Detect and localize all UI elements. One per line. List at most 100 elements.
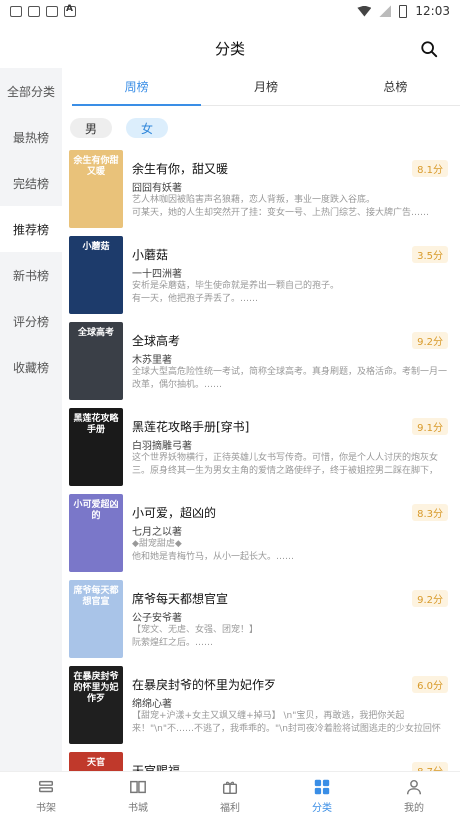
book-cover[interactable]: 在暴戾封爷的怀里为妃作歹	[69, 666, 123, 744]
book-item[interactable]: 小可爱超凶的 小可爱，超凶的 8.3分七月之以著 ◆甜宠甜虐◆ 他和她是青梅竹马，从小…	[62, 492, 460, 578]
cover-title: 小可爱超凶的	[73, 500, 119, 521]
sidebar-item[interactable]: 推荐榜	[0, 206, 62, 252]
cover-title: 黑莲花攻略手册	[73, 414, 119, 435]
rank-tab[interactable]: 月榜	[201, 68, 330, 105]
sidebar-item[interactable]: 收藏榜	[0, 344, 62, 390]
signal-icon	[379, 5, 392, 17]
book-author: 七月之以著	[132, 527, 182, 538]
book-title[interactable]: 在暴戾封爷的怀里为妃作歹	[132, 676, 276, 693]
nav-label: 我的	[404, 802, 424, 814]
rank-period-tabs: 周榜 月榜 总榜	[72, 68, 460, 106]
search-icon[interactable]	[420, 40, 438, 58]
score-badge: 9.1分	[412, 418, 448, 435]
book-author: 白羽摘雕弓著	[132, 441, 192, 452]
book-description: 【宠文、无虐、女强、团宠！】 阮萦煌红之后。……	[132, 625, 259, 648]
book-title[interactable]: 全球高考	[132, 332, 180, 349]
ranking-panel: 周榜 月榜 总榜 男女 余生有你甜又暖 余生有你，甜又暖 8.1分囧囧有妖著 艺人林咖因被…	[62, 68, 460, 771]
book-item[interactable]: 全球高考 全球高考 9.2分木苏里著 全球大型高危险性统一考试，简称全球高考。真身刷题…	[62, 320, 460, 406]
book-list: 余生有你甜又暖 余生有你，甜又暖 8.1分囧囧有妖著 艺人林咖因被陷害声名狼藉，恋人背…	[62, 148, 460, 771]
book-item[interactable]: 席爷每天都想官宣 席爷每天都想官宣 9.2分公子安爷著 【宠文、无虐、女强、团宠！】 …	[62, 578, 460, 664]
book-title[interactable]: 天官赐福	[132, 762, 180, 771]
book-cover[interactable]: 全球高考	[69, 322, 123, 400]
gender-filter: 男女	[70, 118, 168, 138]
a-notification-icon	[64, 4, 76, 17]
book-item[interactable]: 黑莲花攻略手册 黑莲花攻略手册[穿书] 9.1分白羽摘雕弓著 这个世界妖物横行，正待英…	[62, 406, 460, 492]
nav-item[interactable]: 我的	[368, 772, 460, 819]
book-cover[interactable]: 小可爱超凶的	[69, 494, 123, 572]
nav-item[interactable]: 书架	[0, 772, 92, 819]
book-description: 全球大型高危险性统一考试，简称全球高考。真身刷题，及格活命。考制一月一改革，偶尔…	[132, 367, 448, 390]
book-author: 绵绵心著	[132, 699, 172, 710]
gender-pill[interactable]: 男	[70, 118, 112, 138]
book-cover[interactable]: 天官	[69, 752, 123, 771]
nav-label: 书架	[36, 802, 56, 814]
book-item[interactable]: 余生有你甜又暖 余生有你，甜又暖 8.1分囧囧有妖著 艺人林咖因被陷害声名狼藉，恋人背…	[62, 148, 460, 234]
page-title: 分类	[214, 39, 245, 58]
book-author: 一十四洲著	[132, 269, 182, 280]
score-badge: 9.2分	[412, 332, 448, 349]
score-badge: 8.1分	[412, 160, 448, 177]
book-title[interactable]: 小可爱，超凶的	[132, 504, 216, 521]
category-grid-icon	[314, 779, 330, 794]
cover-title: 在暴戾封爷的怀里为妃作歹	[73, 672, 119, 704]
cover-title: 天官	[86, 758, 105, 768]
cover-title: 全球高考	[77, 328, 114, 338]
app-notification-icon	[28, 5, 40, 17]
status-time: 12:03	[415, 4, 450, 18]
nav-label: 分类	[312, 802, 332, 814]
nav-item[interactable]: 福利	[184, 772, 276, 819]
sidebar: 全部分类 最热榜 完结榜 推荐榜 新书榜 评分榜 收藏榜	[0, 68, 62, 771]
book-description: ◆甜宠甜虐◆ 他和她是青梅竹马，从小一起长大。……	[132, 539, 295, 562]
book-cover[interactable]: 余生有你甜又暖	[69, 150, 123, 228]
book-cover[interactable]: 小蘑菇	[69, 236, 123, 314]
book-item[interactable]: 天官 天官赐福 8.7分	[62, 750, 460, 771]
sidebar-item[interactable]: 最热榜	[0, 114, 62, 160]
cover-title: 余生有你甜又暖	[73, 156, 119, 177]
nav-label: 书城	[128, 802, 148, 814]
wifi-icon	[357, 5, 372, 17]
score-badge: 9.2分	[412, 590, 448, 607]
book-description: 安析是朵蘑菇，毕生使命就是养出一颗自己的孢子。 有一天，他把孢子弄丢了。……	[132, 281, 340, 304]
app-notification-icon	[10, 5, 22, 17]
sidebar-item[interactable]: 评分榜	[0, 298, 62, 344]
book-author: 囧囧有妖著	[132, 183, 182, 194]
gender-pill[interactable]: 女	[126, 118, 168, 138]
sidebar-item[interactable]: 新书榜	[0, 252, 62, 298]
book-description: 【甜宠+沪漾+女主又飒又缠+掉马】 \n"宝贝，再敢逃，我把你关起来！"\n"不…	[132, 711, 441, 734]
app-notification-icon	[46, 5, 58, 17]
battery-icon	[399, 4, 408, 18]
bookshelf-icon	[38, 780, 54, 792]
sidebar-item[interactable]: 完结榜	[0, 160, 62, 206]
book-title[interactable]: 黑莲花攻略手册[穿书]	[132, 418, 249, 435]
nav-item[interactable]: 书城	[92, 772, 184, 819]
nav-label: 福利	[220, 802, 240, 814]
sidebar-item[interactable]: 全部分类	[0, 68, 62, 114]
book-item[interactable]: 小蘑菇 小蘑菇 3.5分一十四洲著 安析是朵蘑菇，毕生使命就是养出一颗自己的孢子。 有…	[62, 234, 460, 320]
book-title[interactable]: 小蘑菇	[132, 246, 168, 263]
rank-tab[interactable]: 周榜	[72, 68, 202, 106]
book-description: 艺人林咖因被陷害声名狼藉，恋人背叛，事业一度跌入谷底。 可某天，她的人生却突然开…	[132, 195, 430, 218]
book-title[interactable]: 余生有你，甜又暖	[132, 160, 228, 177]
bottom-nav: 书架 书城 福利 分类 我的	[0, 771, 460, 819]
score-badge: 8.3分	[412, 504, 448, 521]
book-author: 木苏里著	[132, 355, 172, 366]
score-badge: 3.5分	[412, 246, 448, 263]
score-badge: 8.7分	[412, 762, 448, 771]
book-description: 这个世界妖物横行，正待英雄儿女书写传奇。可惜，你是个人人讨厌的炮灰女三。原身终其…	[132, 453, 439, 476]
book-cover[interactable]: 席爷每天都想官宣	[69, 580, 123, 658]
cover-title: 席爷每天都想官宣	[73, 586, 119, 607]
nav-item[interactable]: 分类	[276, 772, 368, 819]
top-bar: 分类	[0, 22, 460, 74]
book-open-icon	[130, 780, 146, 793]
book-cover[interactable]: 黑莲花攻略手册	[69, 408, 123, 486]
status-bar: 12:03	[0, 0, 460, 22]
gift-icon	[222, 781, 238, 794]
book-author: 公子安爷著	[132, 613, 182, 624]
person-icon	[406, 779, 422, 794]
cover-title: 小蘑菇	[82, 242, 110, 252]
book-item[interactable]: 在暴戾封爷的怀里为妃作歹 在暴戾封爷的怀里为妃作歹 6.0分绵绵心著 【甜宠+沪漾+女…	[62, 664, 460, 750]
score-badge: 6.0分	[412, 676, 448, 693]
notification-icons	[10, 4, 76, 17]
book-title[interactable]: 席爷每天都想官宣	[132, 590, 228, 607]
rank-tab[interactable]: 总榜	[331, 68, 460, 105]
